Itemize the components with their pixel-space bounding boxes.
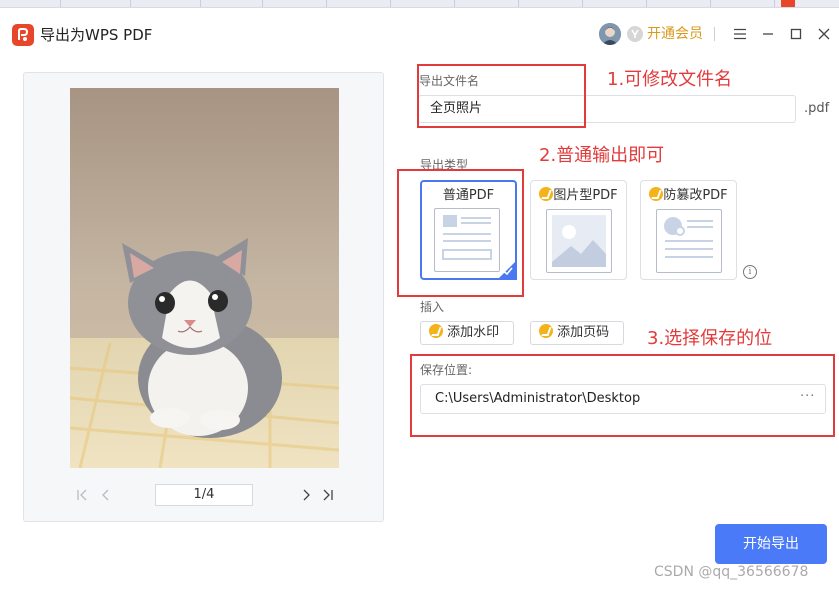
csdn-watermark: CSDN @qq_36566678 — [654, 564, 809, 580]
kitten-photo-preview — [70, 88, 339, 468]
last-page-icon[interactable] — [320, 487, 336, 503]
info-icon[interactable]: i — [743, 265, 757, 279]
annotation-type: 2.普通输出即可 — [539, 145, 665, 166]
type-card-label: 图片型PDF — [531, 187, 626, 204]
next-page-icon[interactable] — [298, 487, 314, 503]
maximize-icon[interactable] — [787, 25, 805, 43]
page-indicator[interactable]: 1/4 — [155, 484, 253, 506]
insert-label: 插入 — [420, 300, 445, 314]
add-page-number-button[interactable]: 添加页码 — [530, 321, 624, 345]
premium-coin-icon — [539, 187, 554, 201]
window-title: 导出为WPS PDF — [40, 26, 153, 44]
filename-suffix: .pdf — [804, 101, 830, 116]
vip-link[interactable]: 开通会员 — [647, 24, 703, 44]
protected-document-icon — [656, 209, 722, 273]
type-card-label: 防篡改PDF — [641, 187, 736, 204]
wps-pdf-logo-icon — [12, 24, 34, 46]
minimize-icon[interactable] — [759, 25, 777, 43]
add-watermark-button[interactable]: 添加水印 — [420, 321, 514, 345]
close-icon[interactable] — [815, 25, 833, 43]
taskbar-strip — [0, 0, 839, 8]
start-export-button[interactable]: 开始导出 — [715, 524, 827, 564]
type-card-tamperproof-pdf[interactable]: 防篡改PDF — [640, 180, 737, 280]
premium-coin-icon — [429, 324, 443, 338]
user-avatar[interactable] — [599, 23, 621, 45]
premium-coin-icon — [649, 187, 664, 201]
prev-page-icon[interactable] — [98, 487, 114, 503]
annotation-box-filename — [417, 64, 586, 128]
premium-coin-icon — [539, 324, 553, 338]
menu-icon[interactable] — [731, 25, 749, 43]
annotation-box-save — [410, 354, 835, 437]
annotation-box-type — [397, 169, 524, 297]
first-page-icon[interactable] — [74, 487, 90, 503]
vip-coin-icon[interactable] — [627, 26, 643, 42]
type-card-image-pdf[interactable]: 图片型PDF — [530, 180, 627, 280]
annotation-save: 3.选择保存的位 — [647, 328, 773, 349]
annotation-filename: 1.可修改文件名 — [607, 69, 733, 90]
title-divider — [714, 27, 715, 41]
image-document-icon — [546, 209, 612, 273]
